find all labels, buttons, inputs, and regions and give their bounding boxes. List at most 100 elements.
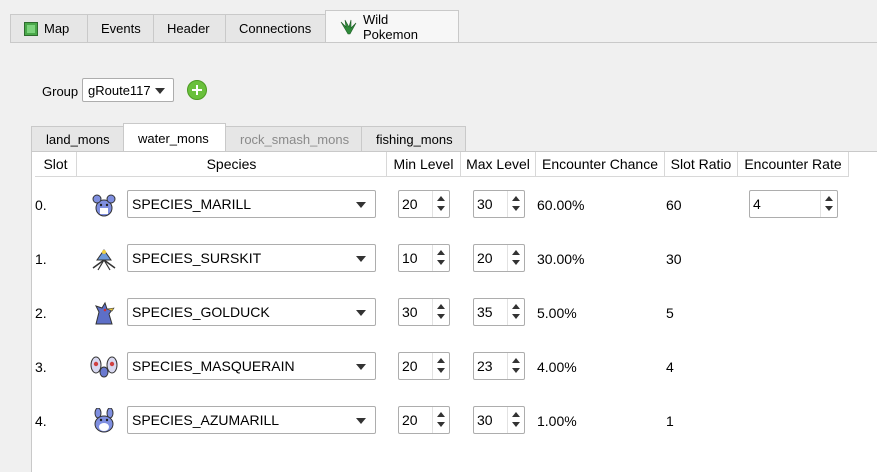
species-select[interactable]: SPECIES_GOLDUCK: [127, 298, 376, 326]
column-header-encounter-rate: Encounter Rate: [738, 152, 849, 177]
min-level-spinbox[interactable]: 20: [398, 352, 450, 380]
max-level-spinbox[interactable]: 35: [473, 298, 525, 326]
spinbox-arrows[interactable]: [507, 353, 524, 379]
slot-index: 4.: [35, 413, 47, 429]
slot-ratio: 60: [666, 197, 682, 213]
max-level-value: 35: [477, 304, 493, 320]
slot-index: 1.: [35, 251, 47, 267]
spinbox-arrows[interactable]: [432, 245, 449, 271]
column-header-max-level-label: Max Level: [466, 156, 530, 172]
arrow-down-icon: [437, 368, 445, 373]
tab-events[interactable]: Events: [87, 14, 154, 42]
min-level-value: 20: [402, 412, 418, 428]
arrow-down-icon: [512, 314, 520, 319]
species-select-value: SPECIES_GOLDUCK: [132, 304, 270, 320]
tab-wild-pokemon-label: Wild Pokemon: [363, 11, 418, 42]
min-level-value: 20: [402, 196, 418, 212]
tab-fishing-mons-label: fishing_mons: [376, 132, 453, 147]
arrow-down-icon: [512, 368, 520, 373]
encounter-type-tabs: land_mons water_mons rock_smash_mons fis…: [31, 123, 466, 152]
column-header-slot-label: Slot: [43, 156, 68, 172]
arrow-down-icon: [512, 260, 520, 265]
slot-ratio: 4: [666, 359, 674, 375]
azumarill-sprite: [94, 408, 114, 433]
grass-icon: [339, 19, 357, 35]
tab-water-mons-label: water_mons: [138, 130, 209, 146]
encounter-chance: 30.00%: [537, 251, 585, 267]
column-header-encounter-chance: Encounter Chance: [536, 152, 665, 177]
slot-index: 0.: [35, 197, 47, 213]
main-tab-bar: Map Events Header Connections Wild Pokem…: [10, 10, 459, 42]
tab-fishing-mons[interactable]: fishing_mons: [361, 126, 466, 152]
encounter-chance: 60.00%: [537, 197, 585, 213]
arrow-up-icon: [512, 196, 520, 201]
tab-wild-pokemon[interactable]: Wild Pokemon: [325, 10, 459, 42]
group-select[interactable]: gRoute117: [82, 78, 174, 102]
column-header-slot-ratio-label: Slot Ratio: [670, 156, 732, 172]
spinbox-arrows[interactable]: [432, 191, 449, 217]
encounter-chance: 1.00%: [537, 413, 577, 429]
tab-events-label: Events: [101, 21, 141, 36]
species-select[interactable]: SPECIES_MARILL: [127, 190, 376, 218]
group-label: Group: [42, 84, 79, 99]
surskit-sprite: [92, 249, 116, 271]
min-level-spinbox[interactable]: 20: [398, 406, 450, 434]
tab-connections-label: Connections: [239, 21, 312, 36]
arrow-down-icon: [437, 314, 445, 319]
spinbox-arrows[interactable]: [507, 245, 524, 271]
arrow-down-icon: [512, 422, 520, 427]
slot-ratio: 5: [666, 305, 674, 321]
tab-bar-divider: [10, 42, 877, 43]
golduck-sprite: [95, 301, 115, 325]
arrow-down-icon: [437, 422, 445, 427]
column-header-min-level: Min Level: [387, 152, 461, 177]
tab-connections[interactable]: Connections: [225, 14, 326, 42]
tab-water-mons[interactable]: water_mons: [123, 123, 226, 152]
slot-index: 3.: [35, 359, 47, 375]
encounter-rate-value: 4: [753, 196, 761, 212]
species-select[interactable]: SPECIES_SURSKIT: [127, 244, 376, 272]
arrow-down-icon: [437, 260, 445, 265]
max-level-spinbox[interactable]: 20: [473, 244, 525, 272]
max-level-spinbox[interactable]: 23: [473, 352, 525, 380]
column-header-max-level: Max Level: [461, 152, 536, 177]
max-level-spinbox[interactable]: 30: [473, 190, 525, 218]
column-header-encounter-rate-label: Encounter Rate: [744, 156, 842, 172]
tab-land-mons[interactable]: land_mons: [31, 126, 124, 152]
add-group-button[interactable]: [187, 80, 207, 100]
spinbox-arrows[interactable]: [432, 299, 449, 325]
tab-rock-smash-mons[interactable]: rock_smash_mons: [225, 126, 362, 152]
min-level-spinbox[interactable]: 30: [398, 298, 450, 326]
tab-header[interactable]: Header: [153, 14, 226, 42]
spinbox-arrows[interactable]: [507, 299, 524, 325]
arrow-up-icon: [512, 304, 520, 309]
tab-map-label: Map: [44, 21, 70, 36]
min-level-spinbox[interactable]: 20: [398, 190, 450, 218]
spinbox-arrows[interactable]: [507, 407, 524, 433]
max-level-spinbox[interactable]: 30: [473, 406, 525, 434]
spinbox-arrows[interactable]: [432, 353, 449, 379]
max-level-value: 30: [477, 196, 493, 212]
species-select[interactable]: SPECIES_AZUMARILL: [127, 406, 376, 434]
encounter-rate-spinbox[interactable]: 4: [749, 190, 838, 218]
species-select-value: SPECIES_AZUMARILL: [132, 412, 280, 428]
tab-map[interactable]: Map: [10, 14, 88, 42]
spinbox-arrows[interactable]: [820, 191, 837, 217]
group-select-value: gRoute117: [88, 82, 151, 98]
arrow-up-icon: [512, 358, 520, 363]
chevron-down-icon: [356, 202, 366, 208]
slot-index: 2.: [35, 305, 47, 321]
column-header-species-label: Species: [206, 156, 257, 172]
encounter-chance: 4.00%: [537, 359, 577, 375]
tab-rock-smash-mons-label: rock_smash_mons: [240, 132, 350, 147]
spinbox-arrows[interactable]: [507, 191, 524, 217]
max-level-value: 20: [477, 250, 493, 266]
min-level-spinbox[interactable]: 10: [398, 244, 450, 272]
max-level-value: 23: [477, 358, 493, 374]
slot-ratio: 1: [666, 413, 674, 429]
chevron-down-icon: [155, 88, 165, 94]
spinbox-arrows[interactable]: [432, 407, 449, 433]
species-select[interactable]: SPECIES_MASQUERAIN: [127, 352, 376, 380]
chevron-down-icon: [356, 364, 366, 370]
arrow-down-icon: [512, 206, 520, 211]
